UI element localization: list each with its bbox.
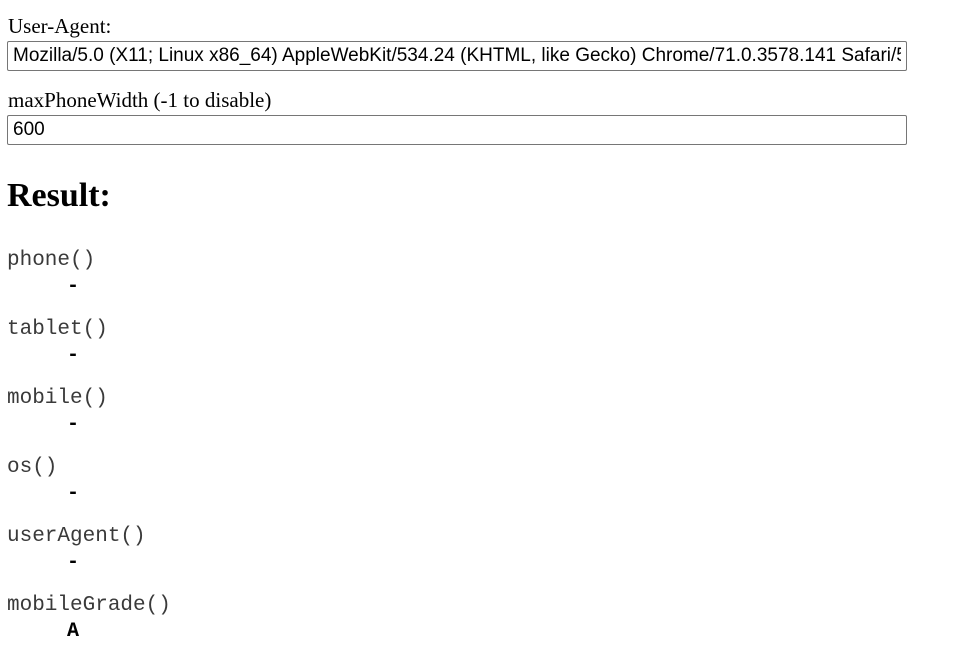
max-phone-width-label: maxPhoneWidth (-1 to disable) [8, 88, 272, 112]
function-name-mobile: mobile() [7, 387, 108, 410]
function-value-os: - [67, 482, 80, 505]
user-agent-input[interactable] [7, 41, 907, 71]
function-value-tablet: - [67, 344, 80, 367]
function-name-tablet: tablet() [7, 318, 108, 341]
max-phone-width-input[interactable] [7, 115, 907, 145]
function-value-phone: - [67, 275, 80, 298]
function-value-mobile: - [67, 413, 80, 436]
user-agent-label: User-Agent: [8, 14, 112, 38]
function-name-mobile-grade: mobileGrade() [7, 594, 171, 617]
result-heading: Result: [7, 177, 111, 214]
function-value-mobile-grade: A [67, 620, 80, 643]
function-value-user-agent: - [67, 551, 80, 574]
function-name-phone: phone() [7, 249, 96, 272]
function-name-os: os() [7, 456, 58, 479]
function-name-user-agent: userAgent() [7, 525, 146, 548]
